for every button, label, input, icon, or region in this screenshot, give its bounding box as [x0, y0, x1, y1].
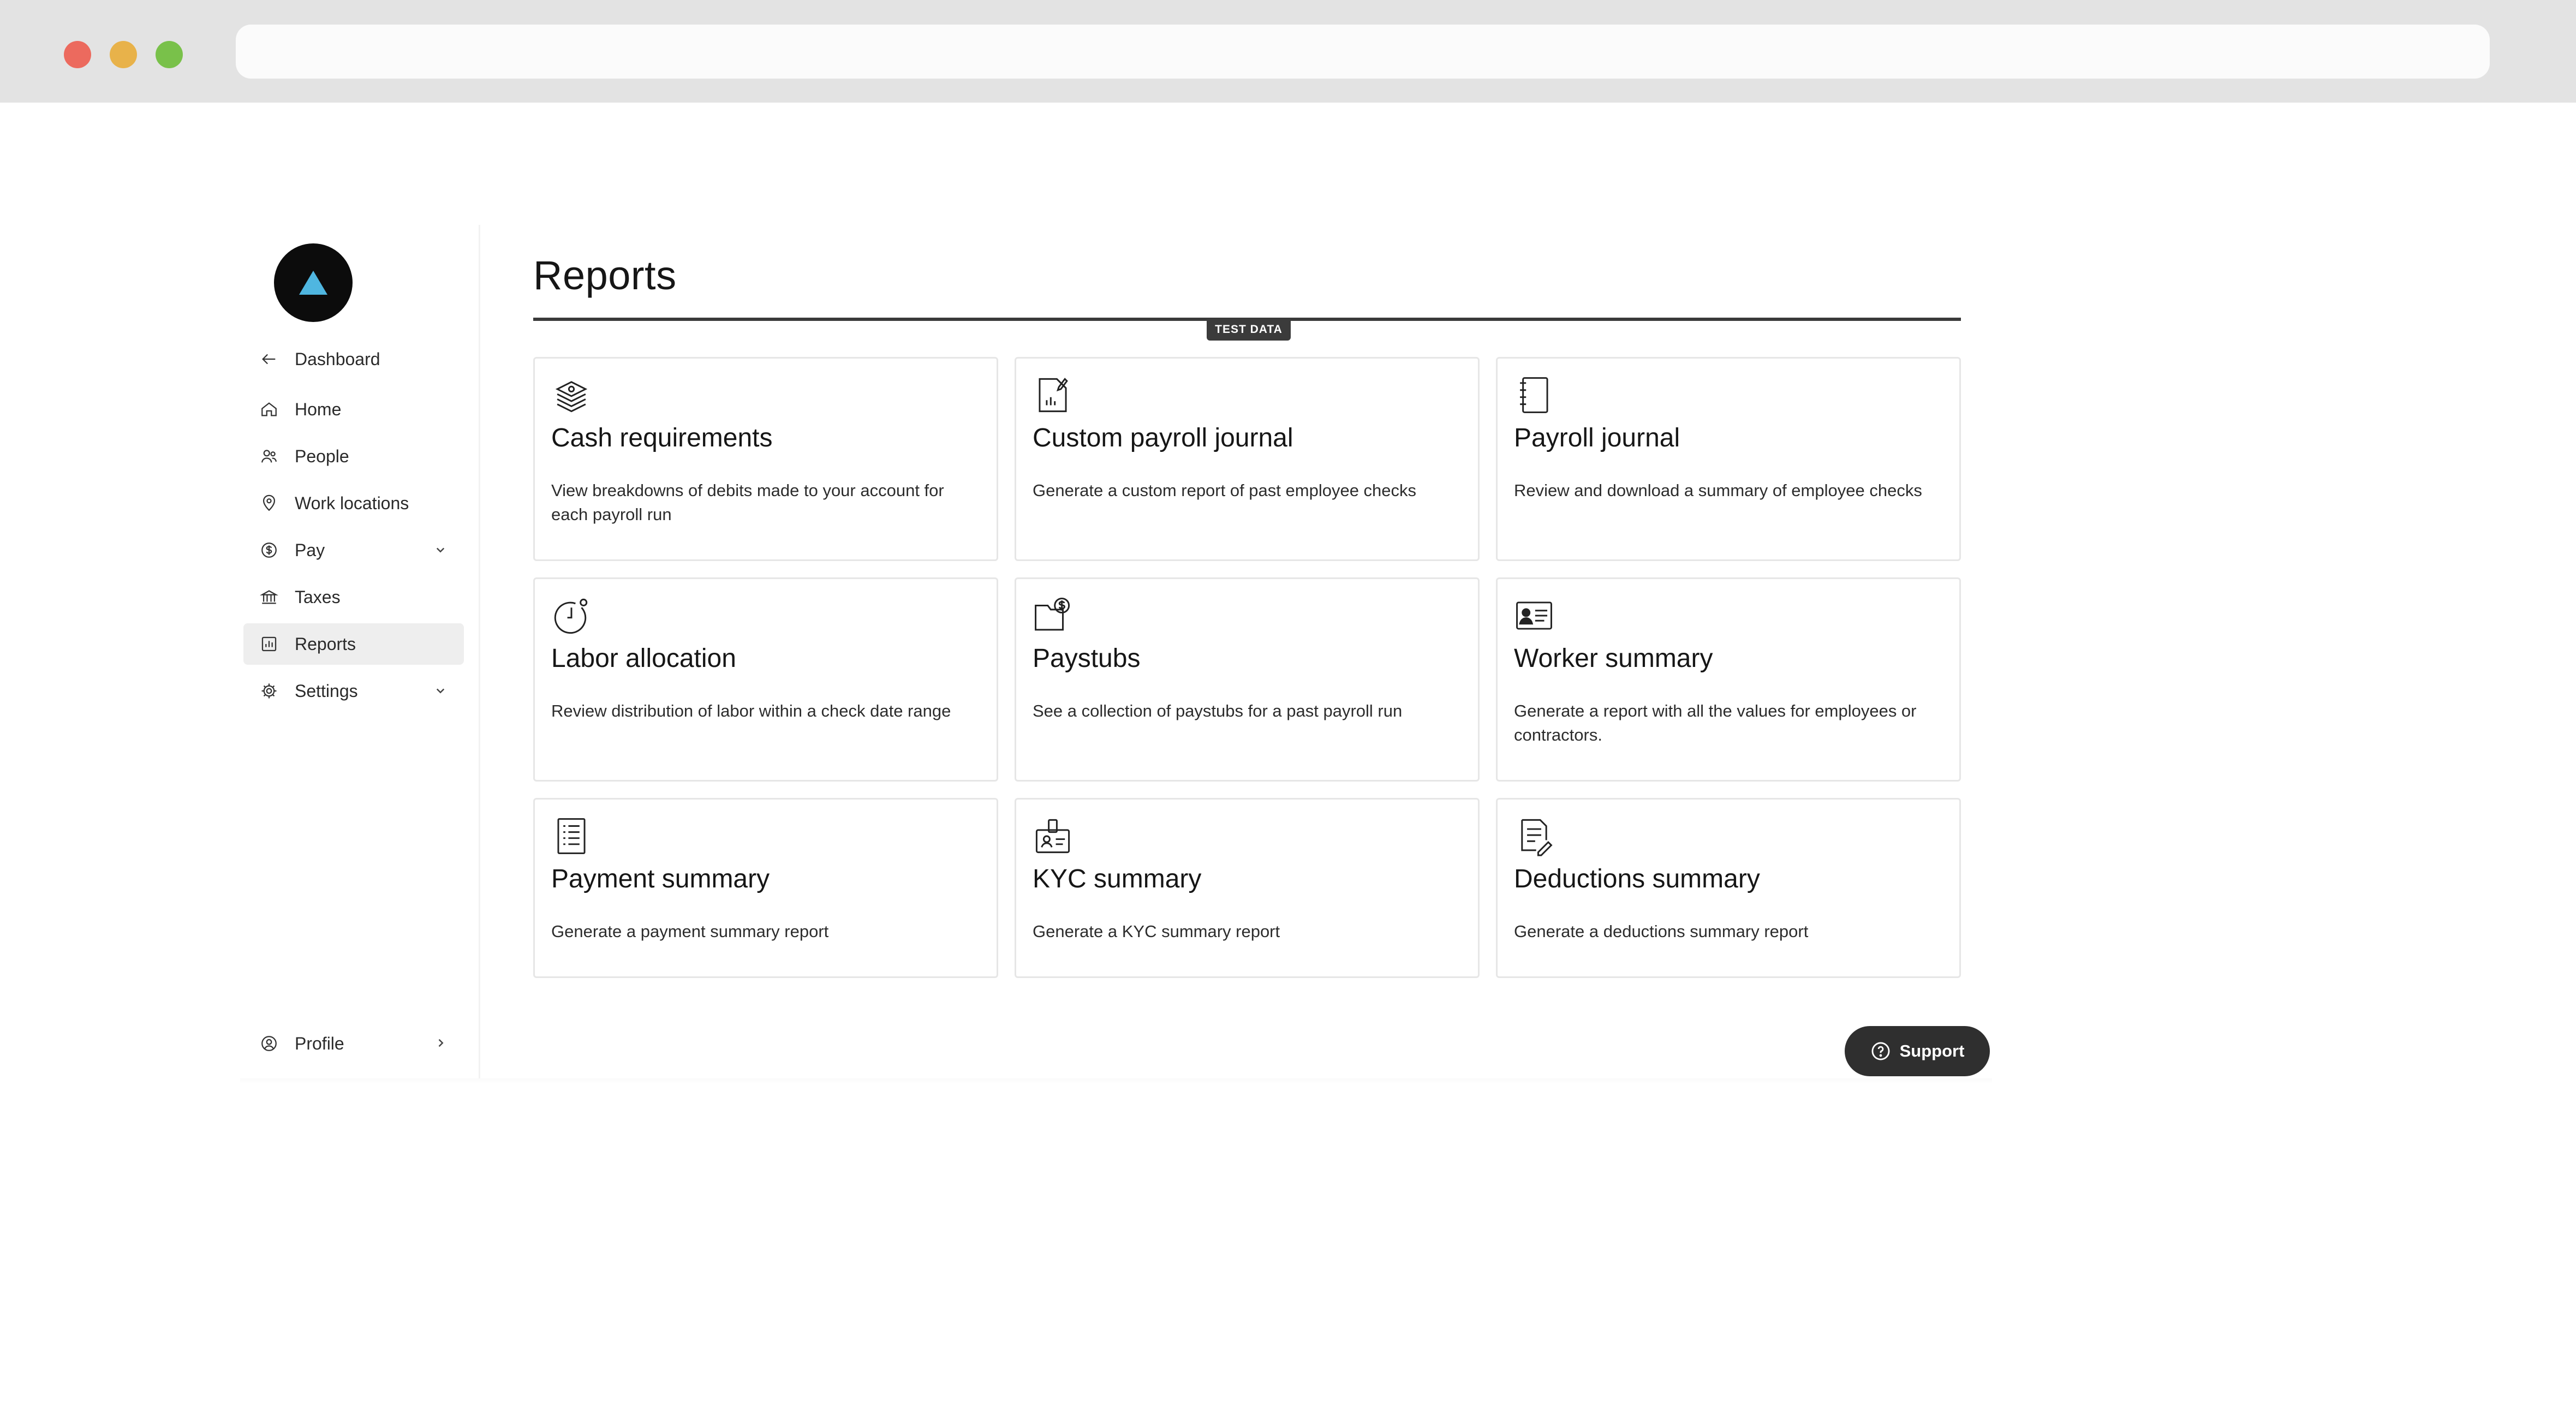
profile-label: Profile [295, 1033, 344, 1053]
location-pin-icon [259, 493, 279, 514]
card-description: Review and download a summary of employe… [1514, 481, 1922, 500]
id-card-icon [1514, 595, 1554, 636]
sidebar: Dashboard Home People Work locations Pay [240, 225, 480, 1084]
report-card-payment-summary[interactable]: Payment summary Generate a payment summa… [533, 798, 998, 978]
chevron-right-icon [438, 1039, 444, 1047]
report-card-cash-requirements[interactable]: Cash requirements View breakdowns of deb… [533, 357, 998, 561]
report-card-deductions-summary[interactable]: Deductions summary Generate a deductions… [1496, 798, 1961, 978]
journal-icon [1514, 375, 1554, 415]
people-icon [259, 446, 279, 467]
arrow-left-icon [259, 349, 279, 369]
sidebar-item-label: Pay [295, 540, 325, 560]
dollar-circle-icon [259, 540, 279, 561]
card-description: Review distribution of labor within a ch… [551, 701, 951, 720]
sidebar-item-reports[interactable]: Reports [243, 623, 464, 665]
bank-icon [259, 587, 279, 607]
sidebar-item-work-locations[interactable]: Work locations [243, 482, 464, 524]
report-card-kyc-summary[interactable]: KYC summary Generate a KYC summary repor… [1015, 798, 1480, 978]
card-title: Payment summary [551, 865, 770, 893]
sidebar-item-label: People [295, 446, 349, 466]
sidebar-item-pay[interactable]: Pay [243, 529, 464, 571]
cash-stack-icon [551, 375, 592, 415]
card-description: Generate a KYC summary report [1033, 922, 1280, 941]
folder-dollar-icon [1033, 595, 1073, 636]
report-card-labor-allocation[interactable]: Labor allocation Review distribution of … [533, 577, 998, 782]
app-frame: Dashboard Home People Work locations Pay [240, 225, 1992, 1084]
support-label: Support [1899, 1041, 1965, 1060]
card-description: Generate a custom report of past employe… [1033, 481, 1417, 500]
back-to-dashboard-link[interactable]: Dashboard [243, 338, 464, 380]
card-description: Generate a payment summary report [551, 922, 829, 941]
report-card-paystubs[interactable]: Paystubs See a collection of paystubs fo… [1015, 577, 1480, 782]
document-pen-icon [1514, 816, 1554, 856]
test-data-badge: TEST DATA [1207, 319, 1291, 341]
minimize-window-button[interactable] [110, 41, 137, 68]
maximize-window-button[interactable] [156, 41, 183, 68]
clock-icon [551, 595, 592, 636]
brand-logo[interactable] [274, 243, 353, 322]
list-document-icon [551, 816, 592, 856]
card-title: Paystubs [1033, 644, 1141, 673]
sidebar-item-label: Work locations [295, 493, 409, 513]
chart-icon [259, 634, 279, 654]
card-title: Cash requirements [551, 424, 773, 452]
report-card-custom-payroll-journal[interactable]: Custom payroll journal Generate a custom… [1015, 357, 1480, 561]
app-bottom-edge [240, 1078, 1992, 1084]
badge-icon [1033, 816, 1073, 856]
page-title: Reports [533, 253, 677, 298]
report-card-worker-summary[interactable]: Worker summary Generate a report with al… [1496, 577, 1961, 782]
sidebar-item-people[interactable]: People [243, 436, 464, 477]
sidebar-item-label: Taxes [295, 587, 341, 607]
support-button[interactable]: Support [1845, 1026, 1990, 1076]
triangle-logo-icon [299, 271, 327, 295]
card-description: See a collection of paystubs for a past … [1033, 701, 1403, 720]
sidebar-item-taxes[interactable]: Taxes [243, 576, 464, 618]
back-label: Dashboard [295, 349, 380, 369]
document-chart-icon [1033, 375, 1073, 415]
user-circle-icon [259, 1033, 279, 1054]
chevron-down-icon [436, 547, 445, 553]
chevron-down-icon [436, 688, 445, 694]
card-description: View breakdowns of debits made to your a… [551, 481, 944, 524]
help-circle-icon [1871, 1042, 1890, 1060]
card-title: KYC summary [1033, 865, 1202, 893]
card-title: Custom payroll journal [1033, 424, 1293, 452]
close-window-button[interactable] [64, 41, 91, 68]
report-card-payroll-journal[interactable]: Payroll journal Review and download a su… [1496, 357, 1961, 561]
card-title: Labor allocation [551, 644, 736, 673]
sidebar-item-label: Home [295, 399, 342, 419]
card-title: Worker summary [1514, 644, 1713, 673]
card-description: Generate a deductions summary report [1514, 922, 1809, 941]
sidebar-item-settings[interactable]: Settings [243, 670, 464, 712]
card-description: Generate a report with all the values fo… [1514, 701, 1917, 744]
sidebar-item-label: Settings [295, 681, 358, 701]
gear-icon [259, 681, 279, 701]
address-bar[interactable] [236, 25, 2490, 79]
browser-chrome [0, 0, 2576, 103]
card-title: Deductions summary [1514, 865, 1760, 893]
card-title: Payroll journal [1514, 424, 1680, 452]
profile-menu[interactable]: Profile [243, 1023, 464, 1064]
sidebar-item-label: Reports [295, 634, 356, 654]
home-icon [259, 399, 279, 420]
sidebar-item-home[interactable]: Home [243, 389, 464, 430]
